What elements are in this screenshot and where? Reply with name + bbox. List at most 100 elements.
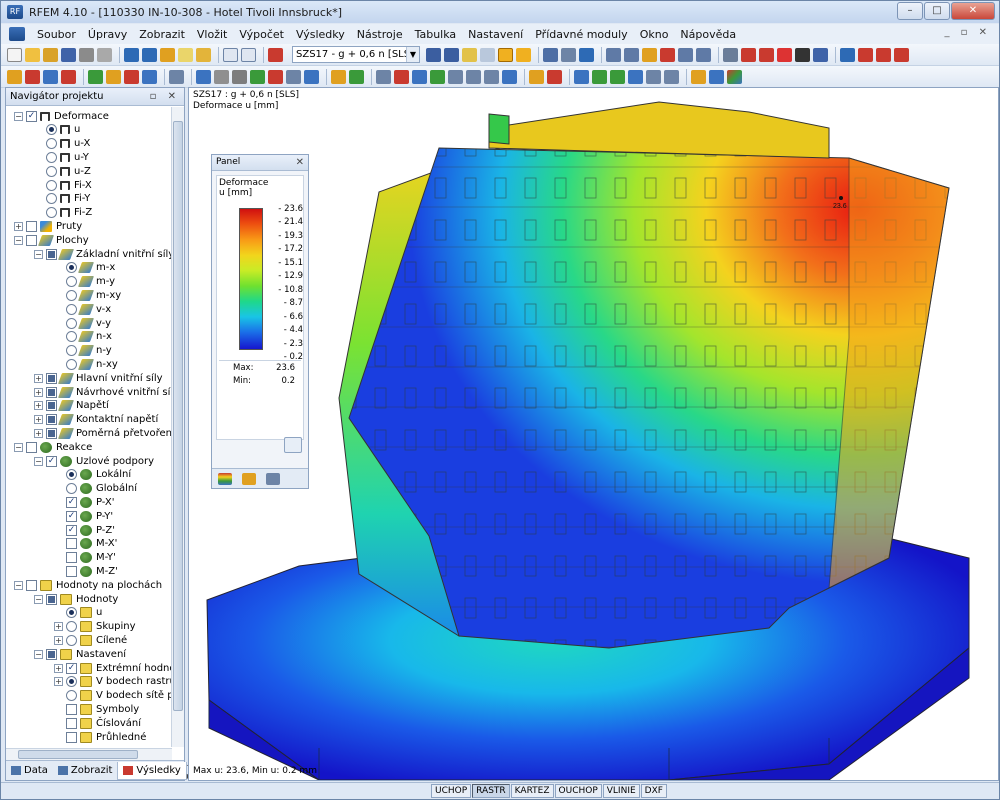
- radio-button[interactable]: [66, 634, 77, 646]
- tree-item[interactable]: + Poměrná přetvoření: [34, 426, 172, 440]
- tab-results[interactable]: Výsledky: [117, 761, 187, 780]
- print-icon[interactable]: [79, 47, 94, 62]
- tree-item[interactable]: − Reakce: [14, 440, 92, 454]
- tree-item[interactable]: − Hodnoty: [34, 592, 118, 606]
- radio-button[interactable]: [46, 193, 57, 205]
- collapse-icon[interactable]: −: [14, 235, 23, 245]
- tree-item[interactable]: Lokální: [54, 468, 131, 482]
- tree-item[interactable]: − Hodnoty na plochách: [14, 578, 162, 592]
- tree-item[interactable]: M-Y': [54, 551, 116, 565]
- tree-item[interactable]: − ✓ Uzlové podpory: [34, 454, 154, 468]
- graphics-viewport[interactable]: 23.6 SZS17 : g + 0,6 n [SLS] Deformace u…: [188, 87, 999, 781]
- checkbox[interactable]: [46, 386, 57, 398]
- menu-view[interactable]: Zobrazit: [133, 28, 191, 41]
- delete-icon[interactable]: [777, 47, 792, 62]
- tree-item[interactable]: Symboly: [54, 702, 139, 716]
- radio-button[interactable]: [46, 179, 57, 191]
- radio-button[interactable]: [66, 676, 77, 688]
- checkbox[interactable]: [46, 372, 57, 384]
- checkbox[interactable]: [66, 731, 77, 743]
- previous-icon[interactable]: [426, 47, 441, 62]
- checkbox[interactable]: ✓: [66, 524, 77, 536]
- expand-icon[interactable]: +: [34, 373, 43, 383]
- support-icon[interactable]: [61, 69, 76, 84]
- tree-item[interactable]: + Návrhové vnitřní síly: [34, 385, 172, 399]
- menu-results[interactable]: Výsledky: [290, 28, 351, 41]
- expand-icon[interactable]: +: [54, 635, 63, 645]
- view-x-icon[interactable]: [624, 47, 639, 62]
- load-icon[interactable]: [196, 69, 211, 84]
- scrollbar-thumb[interactable]: [173, 121, 183, 711]
- panel-toggle-icon[interactable]: [691, 69, 706, 84]
- load-case-edit-icon[interactable]: [214, 69, 229, 84]
- radio-button[interactable]: [66, 358, 77, 370]
- tree-item[interactable]: u: [54, 606, 102, 620]
- radio-button[interactable]: [66, 483, 77, 495]
- mesh-icon[interactable]: [466, 69, 481, 84]
- tree-item[interactable]: Číslování: [54, 716, 141, 730]
- line-icon[interactable]: [25, 69, 40, 84]
- measure-icon[interactable]: [331, 69, 346, 84]
- menu-table[interactable]: Tabulka: [409, 28, 463, 41]
- animate-icon[interactable]: [543, 47, 558, 62]
- checkbox[interactable]: ✓: [26, 110, 37, 122]
- color-icon[interactable]: [250, 69, 265, 84]
- dxf-toggle[interactable]: DXF: [640, 784, 667, 798]
- collapse-icon[interactable]: −: [34, 594, 43, 604]
- snap-toggle[interactable]: UCHOP: [431, 784, 472, 798]
- results-toggle-icon[interactable]: [709, 69, 724, 84]
- selection-icon[interactable]: [232, 69, 247, 84]
- collapse-icon[interactable]: −: [34, 249, 43, 259]
- edit-icon[interactable]: [160, 47, 175, 62]
- undo-icon[interactable]: [124, 47, 139, 62]
- view-wireframe-icon[interactable]: [529, 69, 544, 84]
- grid-toggle[interactable]: RASTR: [472, 784, 510, 798]
- radio-button[interactable]: [66, 331, 77, 343]
- expand-icon[interactable]: +: [14, 221, 23, 231]
- checkbox[interactable]: ✓: [66, 510, 77, 522]
- radio-button[interactable]: [66, 690, 77, 702]
- tree-item[interactable]: M-Z': [54, 564, 118, 578]
- collapse-icon[interactable]: −: [34, 456, 43, 466]
- chevron-down-icon[interactable]: ▼: [406, 47, 419, 62]
- menu-help[interactable]: Nápověda: [674, 28, 742, 41]
- tree-item[interactable]: Fi-Z: [34, 206, 92, 220]
- expand-icon[interactable]: +: [34, 415, 43, 425]
- view-top-icon[interactable]: [678, 47, 693, 62]
- connect-icon[interactable]: [448, 69, 463, 84]
- copy-icon[interactable]: [178, 47, 193, 62]
- tree-item[interactable]: m-y: [54, 275, 115, 289]
- checkbox[interactable]: [46, 248, 57, 260]
- new-file-icon[interactable]: [7, 47, 22, 62]
- support-display-icon[interactable]: [610, 69, 625, 84]
- filter-icon[interactable]: [394, 69, 409, 84]
- tree-item[interactable]: u: [34, 123, 80, 137]
- expand-icon[interactable]: +: [34, 387, 43, 397]
- tree-item[interactable]: u-Y: [34, 150, 89, 164]
- checkbox[interactable]: [66, 552, 77, 564]
- next-icon[interactable]: [444, 47, 459, 62]
- tree-item[interactable]: + Skupiny: [54, 620, 136, 634]
- mdi-controls[interactable]: _ ▫ ✕: [944, 27, 991, 38]
- guidelines-toggle[interactable]: VLINIE: [602, 784, 640, 798]
- display-icon[interactable]: [304, 69, 319, 84]
- cs-local-icon[interactable]: [592, 69, 607, 84]
- module-c-icon[interactable]: [876, 47, 891, 62]
- checkbox[interactable]: ✓: [66, 662, 77, 674]
- module-a-icon[interactable]: [840, 47, 855, 62]
- tree-item[interactable]: m-x: [54, 261, 115, 275]
- radio-button[interactable]: [66, 317, 77, 329]
- tree-item[interactable]: + Napětí: [34, 399, 109, 413]
- tree-item[interactable]: ✓ P-Z': [54, 523, 115, 537]
- diagram-icon[interactable]: [579, 47, 594, 62]
- guideline-icon[interactable]: [646, 69, 661, 84]
- radio-button[interactable]: [46, 165, 57, 177]
- tree-item[interactable]: m-xy: [54, 288, 121, 302]
- section-icon[interactable]: [561, 47, 576, 62]
- navigator-vertical-scrollbar[interactable]: [171, 107, 184, 747]
- collapse-icon[interactable]: −: [14, 442, 23, 452]
- checkbox[interactable]: [26, 441, 37, 453]
- checkbox[interactable]: [26, 234, 37, 246]
- zoom-icon[interactable]: [759, 47, 774, 62]
- table-view-icon[interactable]: [376, 69, 391, 84]
